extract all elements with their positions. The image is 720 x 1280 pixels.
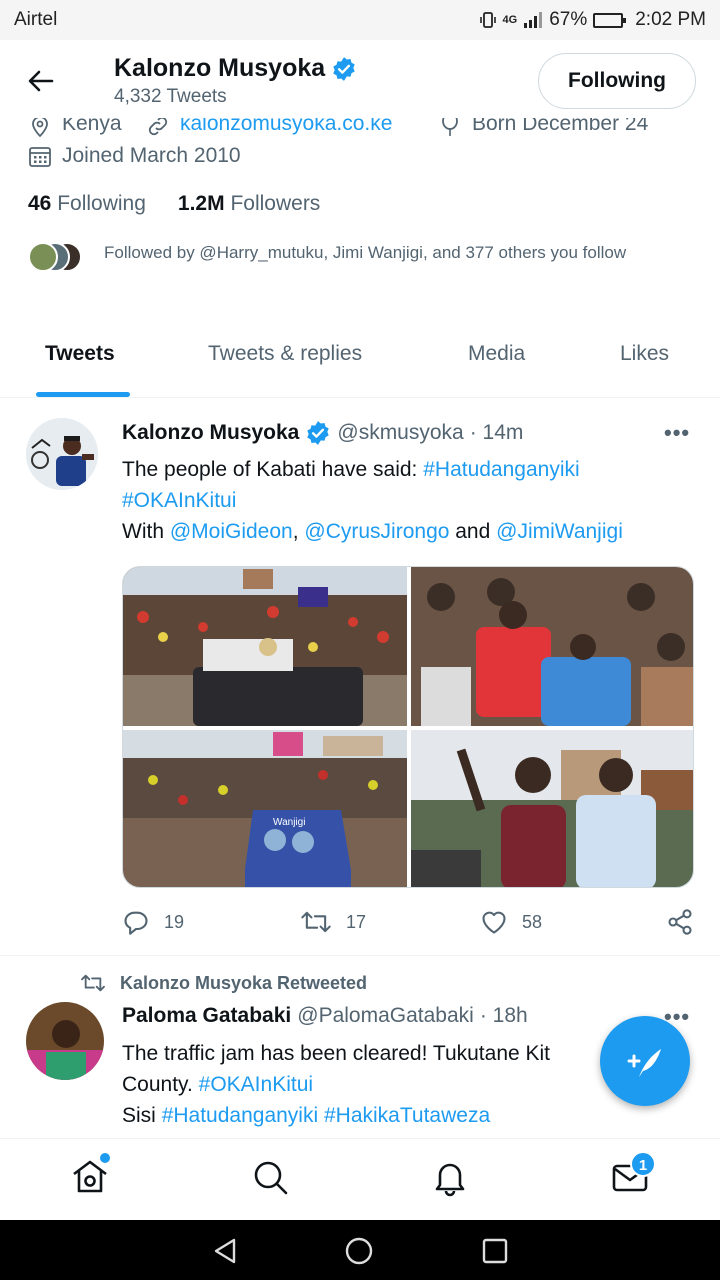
profile-header: Kalonzo Musyoka 4,332 Tweets Following — [0, 40, 720, 118]
battery-percent: 67% — [549, 9, 588, 30]
tab-media[interactable]: Media — [468, 342, 525, 366]
tweet-photo-1[interactable] — [123, 567, 407, 726]
retweet-count: 17 — [346, 911, 367, 932]
system-recents-icon[interactable] — [480, 1236, 510, 1266]
like-button[interactable]: 58 — [480, 908, 542, 936]
compose-feather-icon — [627, 1049, 661, 1077]
tweet-author-handle[interactable]: @PalomaGatabaki — [297, 1004, 474, 1028]
follow-stats: 46 Following 1.2M Followers — [28, 192, 320, 216]
carrier-name: Airtel — [14, 9, 58, 30]
tweet-media-grid[interactable]: Wanjigi — [122, 566, 694, 888]
search-icon[interactable] — [250, 1157, 290, 1197]
tweet-photo-3[interactable]: Wanjigi — [123, 730, 407, 888]
status-bar: Airtel 4G 67% 2:02 PM — [0, 0, 720, 40]
tweet[interactable]: Kalonzo Musyoka @skmusyoka · 14m ••• The… — [0, 400, 720, 956]
tweet-time[interactable]: · 14m — [470, 421, 524, 445]
verified-badge-icon — [333, 56, 355, 81]
profile-tabs: Tweets Tweets & replies Media Likes — [0, 318, 720, 398]
joined-date: Joined March 2010 — [62, 144, 241, 167]
back-arrow-icon[interactable] — [26, 66, 56, 96]
system-back-icon[interactable] — [210, 1236, 240, 1266]
hashtag-link[interactable]: #OKAInKitui — [122, 489, 236, 512]
heart-icon — [482, 911, 506, 934]
signal-icon — [524, 12, 543, 28]
tweet-author-name[interactable]: Kalonzo Musyoka — [122, 421, 299, 445]
tweet-author-name[interactable]: Paloma Gatabaki — [122, 1004, 291, 1028]
reply-count: 19 — [164, 911, 185, 932]
more-options-icon[interactable]: ••• — [664, 420, 690, 446]
bus-banner-text: Wanjigi — [273, 817, 305, 828]
verified-badge-icon — [307, 421, 330, 445]
tweet-author-handle[interactable]: @skmusyoka — [337, 421, 463, 445]
system-home-icon[interactable] — [344, 1236, 374, 1266]
compose-tweet-button[interactable] — [600, 1016, 690, 1106]
following-button[interactable]: Following — [538, 53, 696, 109]
tweet-photo-4[interactable] — [411, 730, 694, 888]
followed-by-text: Followed by @Harry_mutuku, Jimi Wanjigi,… — [104, 243, 627, 262]
network-type: 4G — [502, 14, 518, 26]
battery-icon — [593, 12, 627, 28]
bottom-navigation: 1 — [0, 1138, 720, 1220]
clock: 2:02 PM — [635, 9, 706, 30]
system-navigation-bar — [0, 1220, 720, 1280]
retweeted-by-label[interactable]: Kalonzo Musyoka Retweeted — [120, 973, 367, 994]
tab-tweets[interactable]: Tweets — [45, 342, 115, 366]
mention-link[interactable]: @CyrusJirongo — [304, 520, 449, 543]
bell-icon[interactable] — [430, 1157, 470, 1197]
messages-badge: 1 — [630, 1151, 656, 1177]
calendar-icon — [29, 147, 51, 167]
mention-link[interactable]: @JimiWanjigi — [496, 520, 623, 543]
retweet-button[interactable]: 17 — [300, 908, 366, 936]
avatar — [28, 242, 58, 272]
share-button[interactable] — [666, 908, 694, 936]
tweet-actions: 19 17 58 — [122, 908, 696, 938]
tweet-time[interactable]: · 18h — [480, 1004, 528, 1028]
retweet-icon — [301, 911, 331, 933]
reply-icon — [124, 911, 148, 935]
followed-by[interactable]: Followed by @Harry_mutuku, Jimi Wanjigi,… — [28, 240, 668, 272]
mention-link[interactable]: @MoiGideon — [170, 520, 293, 543]
followers-stat[interactable]: 1.2M Followers — [178, 192, 320, 216]
like-count: 58 — [522, 911, 543, 932]
header-name: Kalonzo Musyoka — [114, 54, 326, 82]
tab-tweets-replies[interactable]: Tweets & replies — [208, 342, 362, 366]
tweet-count: 4,332 Tweets — [114, 86, 227, 107]
tab-likes[interactable]: Likes — [620, 342, 669, 366]
hashtag-link[interactable]: #Hatudanganyiki — [162, 1104, 318, 1127]
share-icon — [668, 909, 692, 935]
hashtag-link[interactable]: #OKAInKitui — [199, 1073, 313, 1096]
reply-button[interactable]: 19 — [122, 908, 184, 936]
active-tab-indicator — [36, 392, 130, 397]
vibrate-icon — [479, 12, 496, 28]
tweet-photo-2[interactable] — [411, 567, 694, 726]
new-content-dot — [100, 1153, 110, 1163]
follower-avatars — [28, 242, 86, 272]
hashtag-link[interactable]: #Hatudanganyiki — [423, 458, 579, 481]
avatar[interactable] — [26, 1002, 104, 1080]
hashtag-link[interactable]: #HakikaTutaweza — [324, 1104, 490, 1127]
following-stat[interactable]: 46 Following — [28, 192, 146, 216]
retweet-icon — [81, 974, 105, 992]
tweet-text: The people of Kabati have said: #Hatudan… — [122, 458, 623, 543]
home-icon[interactable] — [70, 1157, 110, 1197]
avatar[interactable] — [26, 418, 98, 490]
